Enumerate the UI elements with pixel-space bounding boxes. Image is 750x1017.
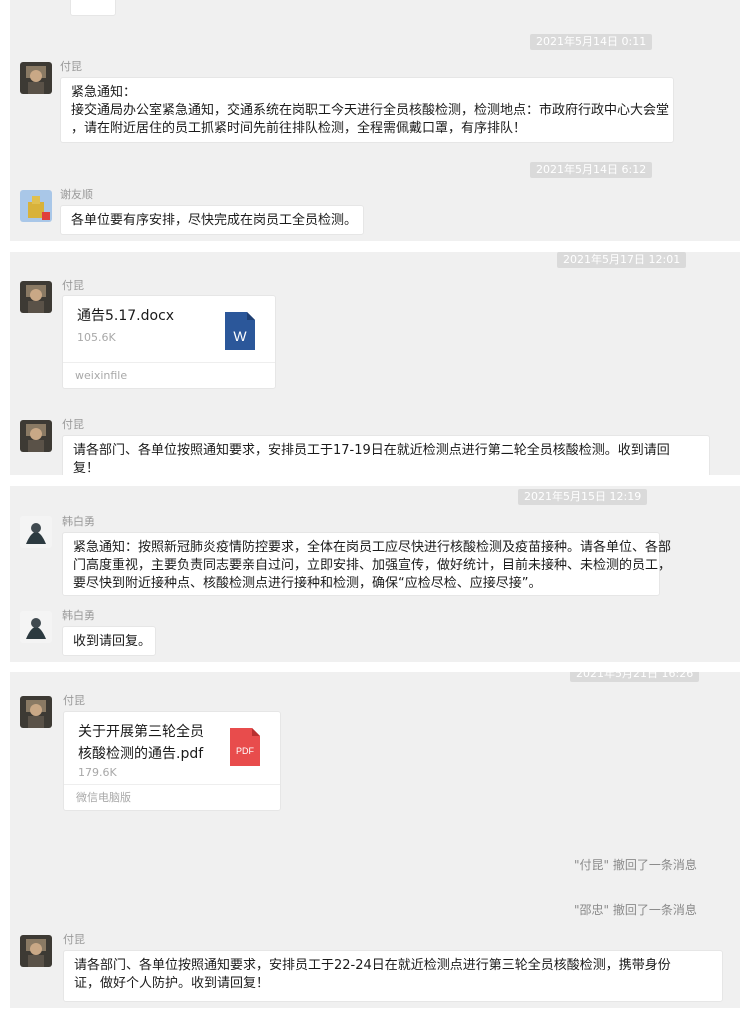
avatar-fukun[interactable] (20, 935, 52, 967)
message-line: 请各部门、各单位按照通知要求，安排员工于17-19日在就近检测点进行第二轮全员核… (73, 443, 670, 458)
previous-message-bubble[interactable] (70, 0, 116, 16)
message-bubble[interactable]: 紧急通知： 接交通局办公室紧急通知，交通系统在岗职工今天进行全员核酸检测，检测地… (60, 77, 674, 143)
avatar-image (20, 611, 52, 643)
file-size: 179.6K (78, 766, 117, 779)
file-message-card[interactable]: 通告5.17.docx 105.6K W weixinfile (62, 295, 276, 389)
timestamp: 2021年5月14日 0:11 (530, 34, 653, 50)
avatar-image (20, 516, 52, 548)
message-line: 要尽快到附近接种点、核酸检测点进行接种和检测，确保“应检尽检、应接尽接”。 (73, 576, 542, 591)
message-bubble[interactable]: 收到请回复。 (62, 626, 156, 656)
avatar-xieyoushun[interactable] (20, 190, 52, 222)
message-bubble[interactable]: 各单位要有序安排，尽快完成在岗员工全员检测。 (60, 205, 364, 235)
file-name-line: 关于开展第三轮全员 (78, 724, 204, 740)
message-bubble[interactable]: 请各部门、各单位按照通知要求，安排员工于17-19日在就近检测点进行第二轮全员核… (62, 435, 710, 475)
word-doc-icon: W (225, 312, 255, 350)
message-bubble[interactable]: 请各部门、各单位按照通知要求，安排员工于22-24日在就近检测点进行第三轮全员核… (63, 950, 723, 1002)
file-name-line: 核酸检测的通告.pdf (78, 746, 204, 762)
sender-name: 付昆 (62, 279, 84, 292)
pdf-icon-label: PDF (236, 746, 255, 756)
sender-name: 韩白勇 (62, 609, 95, 622)
message-line: 请各部门、各单位按照通知要求，安排员工于22-24日在就近检测点进行第三轮全员核… (74, 958, 671, 973)
chat-panel-2: 2021年5月17日 12:01 付昆 通告5.17.docx 105.6K W… (10, 252, 740, 475)
avatar-image (20, 420, 52, 452)
avatar-fukun[interactable] (20, 696, 52, 728)
avatar-hanbaiyong[interactable] (20, 516, 52, 548)
avatar-fukun[interactable] (20, 281, 52, 313)
sender-name: 付昆 (62, 418, 84, 431)
file-message-card[interactable]: 关于开展第三轮全员 核酸检测的通告.pdf 179.6K PDF 微信电脑版 (63, 711, 281, 811)
message-line: 紧急通知：按照新冠肺炎疫情防控要求，全体在岗员工应尽快进行核酸检测及疫苗接种。请… (73, 540, 672, 555)
message-bubble[interactable]: 紧急通知：按照新冠肺炎疫情防控要求，全体在岗员工应尽快进行核酸检测及疫苗接种。请… (62, 532, 672, 596)
file-source: 微信电脑版 (64, 784, 280, 810)
sender-name: 韩白勇 (62, 515, 95, 528)
recall-notice: "邵忠" 撤回了一条消息 (574, 903, 697, 917)
sender-name: 付昆 (63, 933, 85, 946)
chat-panel-4: 2021年5月21日 16:26 付昆 关于开展第三轮全员 核酸检测的通告.pd… (10, 672, 740, 1008)
file-name: 通告5.17.docx (77, 308, 175, 324)
message-line: 接交通局办公室紧急通知，交通系统在岗职工今天进行全员核酸检测，检测地点：市政府行… (71, 103, 670, 118)
message-line: 紧急通知： (71, 85, 137, 100)
timestamp: 2021年5月15日 12:19 (518, 489, 648, 505)
message-line: 证，做好个人防护。收到请回复！ (74, 976, 270, 991)
file-size: 105.6K (77, 331, 116, 344)
avatar-image (20, 62, 52, 94)
avatar-fukun[interactable] (20, 420, 52, 452)
timestamp: 2021年5月17日 12:01 (557, 252, 687, 268)
avatar-image (20, 281, 52, 313)
word-doc-letter: W (233, 328, 247, 344)
sender-name: 谢友顺 (60, 188, 93, 201)
recall-notice: "付昆" 撤回了一条消息 (574, 858, 697, 872)
message-line: 复！ (73, 461, 100, 475)
file-source: weixinfile (63, 362, 275, 388)
message-line: 各单位要有序安排，尽快完成在岗员工全员检测。 (71, 213, 358, 228)
timestamp: 2021年5月14日 6:12 (530, 162, 653, 178)
avatar-image (20, 190, 52, 222)
avatar-fukun[interactable] (20, 62, 52, 94)
timestamp: 2021年5月21日 16:26 (570, 672, 700, 682)
avatar-image (20, 696, 52, 728)
chat-panel-1: 2021年5月14日 0:11 付昆 紧急通知： 接交通局办公室紧急通知，交通系… (10, 0, 740, 241)
avatar-image (20, 935, 52, 967)
sender-name: 付昆 (63, 694, 85, 707)
pdf-icon: PDF (230, 728, 260, 766)
chat-panel-3: 2021年5月15日 12:19 韩白勇 紧急通知：按照新冠肺炎疫情防控要求，全… (10, 486, 740, 662)
message-line: ，请在附近居住的员工抓紧时间先前往排队检测，全程需佩戴口罩，有序排队！ (71, 121, 527, 136)
sender-name: 付昆 (60, 60, 82, 73)
message-line: 门高度重视，主要负责同志要亲自过问，立即安排、加强宣传，做好统计，目前未接种、未… (73, 558, 672, 573)
message-line: 收到请回复。 (73, 634, 152, 649)
avatar-hanbaiyong[interactable] (20, 611, 52, 643)
